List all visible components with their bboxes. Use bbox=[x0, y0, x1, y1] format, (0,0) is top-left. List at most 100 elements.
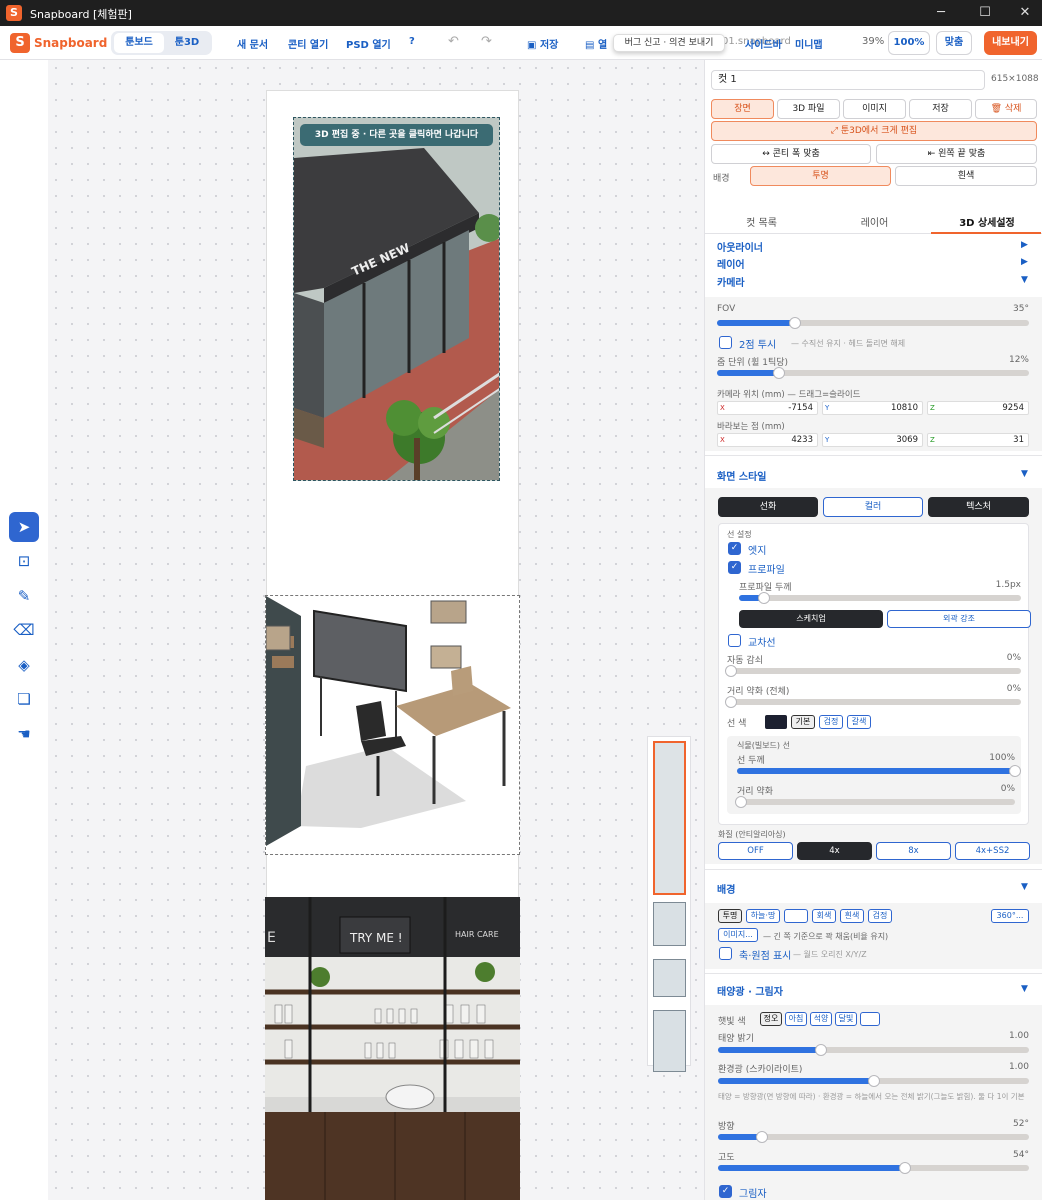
capture-tool-icon[interactable]: ⊡ bbox=[9, 546, 39, 576]
open-psd-button[interactable]: PSD 열기 bbox=[346, 36, 391, 51]
fit-left-button[interactable]: ⇤ 왼쪽 끝 맞춤 bbox=[876, 144, 1037, 164]
shapes-tool-icon[interactable]: ❏ bbox=[9, 684, 39, 714]
altitude-slider[interactable] bbox=[718, 1162, 1029, 1174]
ambient-knob[interactable] bbox=[867, 1075, 880, 1087]
section-camera[interactable]: 카메라 bbox=[717, 274, 745, 289]
style-color-button[interactable]: 컬러 bbox=[823, 497, 923, 517]
altitude-knob[interactable] bbox=[898, 1162, 911, 1174]
aa-8x-button[interactable]: 8x bbox=[876, 842, 951, 860]
section-sun-shadow[interactable]: 태양광 · 그림자 bbox=[717, 983, 783, 998]
expand-right-icon[interactable]: ▶ bbox=[1021, 257, 1028, 267]
save-button[interactable]: ▣ 저장 bbox=[527, 36, 558, 51]
sidebar-toggle-button[interactable]: 사이드바 bbox=[745, 36, 782, 51]
profile-width-knob[interactable] bbox=[758, 592, 771, 604]
tab-3d-settings[interactable]: 3D 상세설정 bbox=[931, 214, 1042, 229]
minimap-cut-4[interactable] bbox=[653, 1010, 686, 1072]
undo-icon[interactable]: ↶ bbox=[448, 34, 459, 49]
bg-opt-custom-color[interactable] bbox=[784, 909, 808, 923]
axes-origin-checkbox[interactable] bbox=[719, 947, 732, 960]
bg-opt-gray[interactable]: 회색 bbox=[812, 909, 836, 923]
mode-toonboard-tab[interactable]: 툰보드 bbox=[114, 33, 164, 53]
section-screen-style[interactable]: 화면 스타일 bbox=[717, 468, 766, 483]
mode-toon3d-tab[interactable]: 툰3D bbox=[164, 33, 210, 53]
minimap-viewport[interactable] bbox=[653, 741, 686, 895]
pen-tool-icon[interactable]: ✎ bbox=[9, 581, 39, 611]
bg-opt-transparent[interactable]: 투명 bbox=[718, 909, 742, 923]
section-layer[interactable]: 레이어 bbox=[717, 256, 745, 271]
cut-name-input[interactable]: 컷 1 bbox=[711, 70, 985, 90]
cut-frame-1[interactable]: THE NEW bbox=[293, 117, 500, 481]
redo-icon[interactable]: ↷ bbox=[481, 34, 492, 49]
line-color-swatch[interactable] bbox=[765, 715, 787, 729]
auto-thin-knob[interactable] bbox=[725, 665, 737, 677]
hand-tool-icon[interactable]: ☚ bbox=[9, 719, 39, 749]
eraser-tool-icon[interactable]: ⌫ bbox=[9, 615, 39, 645]
sun-color-custom[interactable] bbox=[860, 1012, 880, 1026]
minimap-toggle-button[interactable]: 미니맵 bbox=[795, 36, 823, 51]
plant-fade-knob[interactable] bbox=[735, 796, 747, 808]
look-at-y[interactable]: Y 3069 bbox=[822, 433, 923, 447]
minimap[interactable] bbox=[647, 736, 691, 1072]
sun-color-sunset[interactable]: 석양 bbox=[810, 1012, 832, 1026]
line-width-knob[interactable] bbox=[1009, 765, 1021, 777]
bg-opt-black[interactable]: 검정 bbox=[868, 909, 892, 923]
collapse-down-icon[interactable]: ▼ bbox=[1021, 882, 1028, 892]
collapse-down-icon[interactable]: ▼ bbox=[1021, 984, 1028, 994]
tab-cut-list[interactable]: 컷 목록 bbox=[705, 214, 818, 229]
two-point-checkbox[interactable] bbox=[719, 336, 732, 349]
direction-slider[interactable] bbox=[718, 1131, 1029, 1143]
edit-in-toon3d-button[interactable]: ⤢ 툰3D에서 크게 편집 bbox=[711, 121, 1037, 141]
look-at-x[interactable]: X 4233 bbox=[717, 433, 818, 447]
collapse-down-icon[interactable]: ▼ bbox=[1021, 275, 1028, 285]
fov-knob[interactable] bbox=[789, 317, 801, 329]
distance-fade-slider[interactable] bbox=[725, 696, 1021, 708]
auto-thin-slider[interactable] bbox=[725, 665, 1021, 677]
delete-button[interactable]: 🗑 삭제 bbox=[975, 99, 1037, 119]
aa-off-button[interactable]: OFF bbox=[718, 842, 793, 860]
aa-4x-ss2-button[interactable]: 4x+SS2 bbox=[955, 842, 1030, 860]
line-color-default[interactable]: 기본 bbox=[791, 715, 815, 729]
look-at-z[interactable]: Z 31 bbox=[927, 433, 1029, 447]
close-window-button[interactable]: ✕ bbox=[1010, 3, 1040, 23]
fov-slider[interactable] bbox=[717, 317, 1029, 329]
bg-image-button[interactable]: 이미지... bbox=[718, 928, 758, 942]
3d-file-button[interactable]: 3D 파일 bbox=[777, 99, 840, 119]
open-conti-button[interactable]: 콘티 열기 bbox=[288, 36, 328, 51]
cut-frame-3[interactable]: TRY ME ! HAIR CARE E bbox=[265, 897, 520, 1200]
help-button[interactable]: ? bbox=[409, 36, 415, 47]
sun-brightness-slider[interactable] bbox=[718, 1044, 1029, 1056]
plant-fade-slider[interactable] bbox=[735, 796, 1015, 808]
shadow-checkbox[interactable]: ✓ bbox=[719, 1185, 732, 1198]
profile-checkbox[interactable]: ✓ bbox=[728, 561, 741, 574]
style-texture-button[interactable]: 텍스처 bbox=[928, 497, 1029, 517]
line-width-slider[interactable] bbox=[737, 765, 1021, 777]
bg-360-button[interactable]: 360°... bbox=[991, 909, 1029, 923]
profile-width-slider[interactable] bbox=[739, 592, 1021, 604]
image-button[interactable]: 이미지 bbox=[843, 99, 906, 119]
bg-white-button[interactable]: 흰색 bbox=[895, 166, 1037, 186]
sun-color-noon[interactable]: 정오 bbox=[760, 1012, 782, 1026]
distance-fade-knob[interactable] bbox=[725, 696, 737, 708]
minimap-cut-3[interactable] bbox=[653, 959, 686, 997]
camera-pos-x[interactable]: X -7154 bbox=[717, 401, 818, 415]
expand-right-icon[interactable]: ▶ bbox=[1021, 240, 1028, 250]
sketchup-button[interactable]: 스케치업 bbox=[739, 610, 883, 628]
select-tool-icon[interactable]: ➤ bbox=[9, 512, 39, 542]
zoom-100-button[interactable]: 100% bbox=[888, 31, 930, 55]
sun-color-moonlight[interactable]: 달빛 bbox=[835, 1012, 857, 1026]
minimap-cut-2[interactable] bbox=[653, 902, 686, 946]
line-color-brown[interactable]: 갈색 bbox=[847, 715, 871, 729]
collapse-down-icon[interactable]: ▼ bbox=[1021, 469, 1028, 479]
save-cut-button[interactable]: 저장 bbox=[909, 99, 972, 119]
fill-tool-icon[interactable]: ◈ bbox=[9, 650, 39, 680]
style-lineart-button[interactable]: 선화 bbox=[718, 497, 818, 517]
zoom-step-slider[interactable] bbox=[717, 367, 1029, 379]
direction-knob[interactable] bbox=[755, 1131, 768, 1143]
section-background[interactable]: 배경 bbox=[717, 881, 735, 896]
zoom-step-knob[interactable] bbox=[773, 367, 786, 379]
canvas-area[interactable]: THE NEW 3D 편집 중 · 다른 곳을 클릭하면 나갑니다 TRY ME… bbox=[48, 60, 704, 1200]
sun-color-morning[interactable]: 아침 bbox=[785, 1012, 807, 1026]
aa-4x-button[interactable]: 4x bbox=[797, 842, 872, 860]
new-document-button[interactable]: 새 문서 bbox=[237, 36, 268, 51]
section-outliner[interactable]: 아웃라이너 bbox=[717, 239, 763, 254]
